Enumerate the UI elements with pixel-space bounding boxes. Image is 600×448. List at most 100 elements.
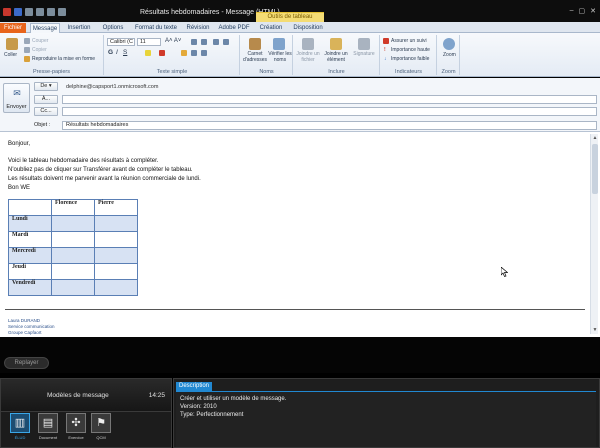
address-book-icon[interactable]	[249, 38, 261, 50]
message-body[interactable]: Bonjour, Voici le tableau hebdomadaire d…	[0, 132, 600, 337]
scroll-up-icon[interactable]: ▲	[592, 135, 598, 141]
table-cell[interactable]	[51, 279, 95, 296]
player-button-label: ÉLUD	[14, 435, 26, 440]
high-importance-button[interactable]: Importance haute	[391, 47, 430, 53]
zoom-icon[interactable]	[443, 38, 455, 50]
scroll-down-icon[interactable]: ▼	[592, 327, 598, 333]
tab-adobe-pdf[interactable]: Adobe PDF	[217, 23, 251, 33]
bold-icon[interactable]: G	[108, 49, 113, 56]
tab-file[interactable]: Fichier	[0, 23, 26, 33]
results-table[interactable]: Florence Pierre Lundi Mardi Mercredi Jeu…	[8, 199, 138, 296]
follow-up-button[interactable]: Assurer un suivi	[391, 38, 427, 44]
table-cell[interactable]	[94, 279, 138, 296]
paste-button[interactable]: Coller	[4, 52, 17, 58]
grow-font-icon[interactable]: A˄ A˅	[165, 38, 181, 44]
save-icon[interactable]	[14, 8, 22, 16]
italic-icon[interactable]: I	[116, 49, 118, 56]
undo-icon[interactable]	[25, 8, 33, 16]
from-button[interactable]: De ▾	[34, 82, 58, 91]
tab-format-du-texte[interactable]: Format du texte	[132, 23, 180, 33]
indent-icon[interactable]	[223, 39, 229, 45]
font-color-icon[interactable]	[159, 50, 165, 56]
tab-message[interactable]: Message	[30, 23, 60, 33]
low-importance-button[interactable]: Importance faible	[391, 56, 429, 62]
player-button-film[interactable]: ▥ ÉLUD	[9, 413, 31, 443]
align-left-icon[interactable]	[181, 50, 187, 56]
subject-field[interactable]: Résultats hebdomadaires	[62, 121, 597, 130]
table-row-label[interactable]: Vendredi	[8, 279, 52, 296]
table-header-cell[interactable]: Pierre	[94, 199, 138, 216]
font-size-select[interactable]: 11	[137, 38, 161, 46]
to-field[interactable]	[62, 95, 597, 104]
mouse-cursor-icon	[501, 267, 508, 277]
bullets-icon[interactable]	[191, 39, 197, 45]
copy-button[interactable]: Copier	[32, 47, 47, 53]
player-left-panel: Modèles de message 14:25 ▥ ÉLUD ▤ Docume…	[0, 378, 172, 448]
table-row: Mardi	[8, 231, 138, 248]
format-painter-button[interactable]: Reproduire la mise en forme	[32, 56, 95, 62]
high-importance-icon: !	[384, 47, 386, 53]
signature-button[interactable]: Signature	[351, 51, 377, 58]
table-cell[interactable]	[51, 263, 95, 280]
redo-icon[interactable]	[36, 8, 44, 16]
table-cell[interactable]	[51, 215, 95, 232]
player-button-quiz[interactable]: ⚑ QCM	[90, 413, 112, 443]
highlight-icon[interactable]	[145, 50, 151, 56]
tab-creation[interactable]: Création	[256, 23, 286, 33]
vertical-scrollbar[interactable]: ▲ ▼	[590, 134, 598, 334]
send-button[interactable]: ✉ Envoyer	[3, 83, 30, 113]
numbering-icon[interactable]	[201, 39, 207, 45]
tab-options[interactable]: Options	[98, 23, 128, 33]
paste-icon[interactable]	[6, 38, 18, 50]
include-group-label: Inclure	[328, 69, 345, 75]
signature-icon[interactable]	[358, 38, 370, 50]
attach-file-icon[interactable]	[302, 38, 314, 50]
to-button[interactable]: À...	[34, 95, 58, 104]
close-icon[interactable]: ✕	[590, 7, 596, 15]
table-cell[interactable]	[51, 247, 95, 264]
table-header-row: Florence Pierre	[8, 199, 138, 216]
check-names-icon[interactable]	[273, 38, 285, 50]
font-name-select[interactable]: Calibri (C	[107, 38, 135, 46]
zoom-button[interactable]: Zoom	[443, 52, 456, 58]
address-book-button[interactable]: Carnet d'adresses	[242, 51, 268, 63]
up-icon[interactable]	[47, 8, 55, 16]
minimize-icon[interactable]: –	[570, 7, 574, 15]
check-names-button[interactable]: Vérifier les noms	[268, 51, 292, 63]
table-cell[interactable]	[94, 215, 138, 232]
outlook-logo-icon	[3, 8, 11, 16]
body-line-1: Voici le tableau hebdomadaire des résult…	[8, 158, 159, 164]
down-icon[interactable]	[58, 8, 66, 16]
underline-icon[interactable]: S	[123, 49, 127, 56]
maximize-icon[interactable]: ▢	[579, 7, 586, 15]
cut-button[interactable]: Couper	[32, 38, 48, 44]
tags-group: Assurer un suivi ! Importance haute ↓ Im…	[381, 35, 437, 75]
description-tab[interactable]: Description	[176, 382, 212, 391]
table-row-label[interactable]: Lundi	[8, 215, 52, 232]
scroll-thumb[interactable]	[592, 144, 598, 194]
outdent-icon[interactable]	[213, 39, 219, 45]
replayer-pill[interactable]: Replayer	[4, 357, 49, 369]
names-group-label: Noms	[259, 69, 274, 75]
align-right-icon[interactable]	[201, 50, 207, 56]
tab-revision[interactable]: Révision	[183, 23, 213, 33]
table-row-label[interactable]: Mercredi	[8, 247, 52, 264]
table-cell[interactable]	[94, 263, 138, 280]
table-header-cell[interactable]: Florence	[51, 199, 95, 216]
table-cell[interactable]	[94, 247, 138, 264]
table-row-label[interactable]: Jeudi	[8, 263, 52, 280]
cc-button[interactable]: Cc...	[34, 107, 58, 116]
cc-field[interactable]	[62, 107, 597, 116]
attach-item-button[interactable]: Joindre un élément	[322, 51, 350, 63]
table-cell[interactable]	[51, 231, 95, 248]
player-button-document[interactable]: ▤ Document	[37, 413, 59, 443]
table-header-cell[interactable]	[8, 199, 52, 216]
attach-file-button[interactable]: Joindre un fichier	[295, 51, 321, 63]
tab-disposition[interactable]: Disposition	[290, 23, 326, 33]
align-center-icon[interactable]	[191, 50, 197, 56]
table-row-label[interactable]: Mardi	[8, 231, 52, 248]
tab-insertion[interactable]: Insertion	[64, 23, 94, 33]
player-button-exercise[interactable]: ✣ Exercice	[65, 413, 87, 443]
table-cell[interactable]	[94, 231, 138, 248]
attach-item-icon[interactable]	[330, 38, 342, 50]
